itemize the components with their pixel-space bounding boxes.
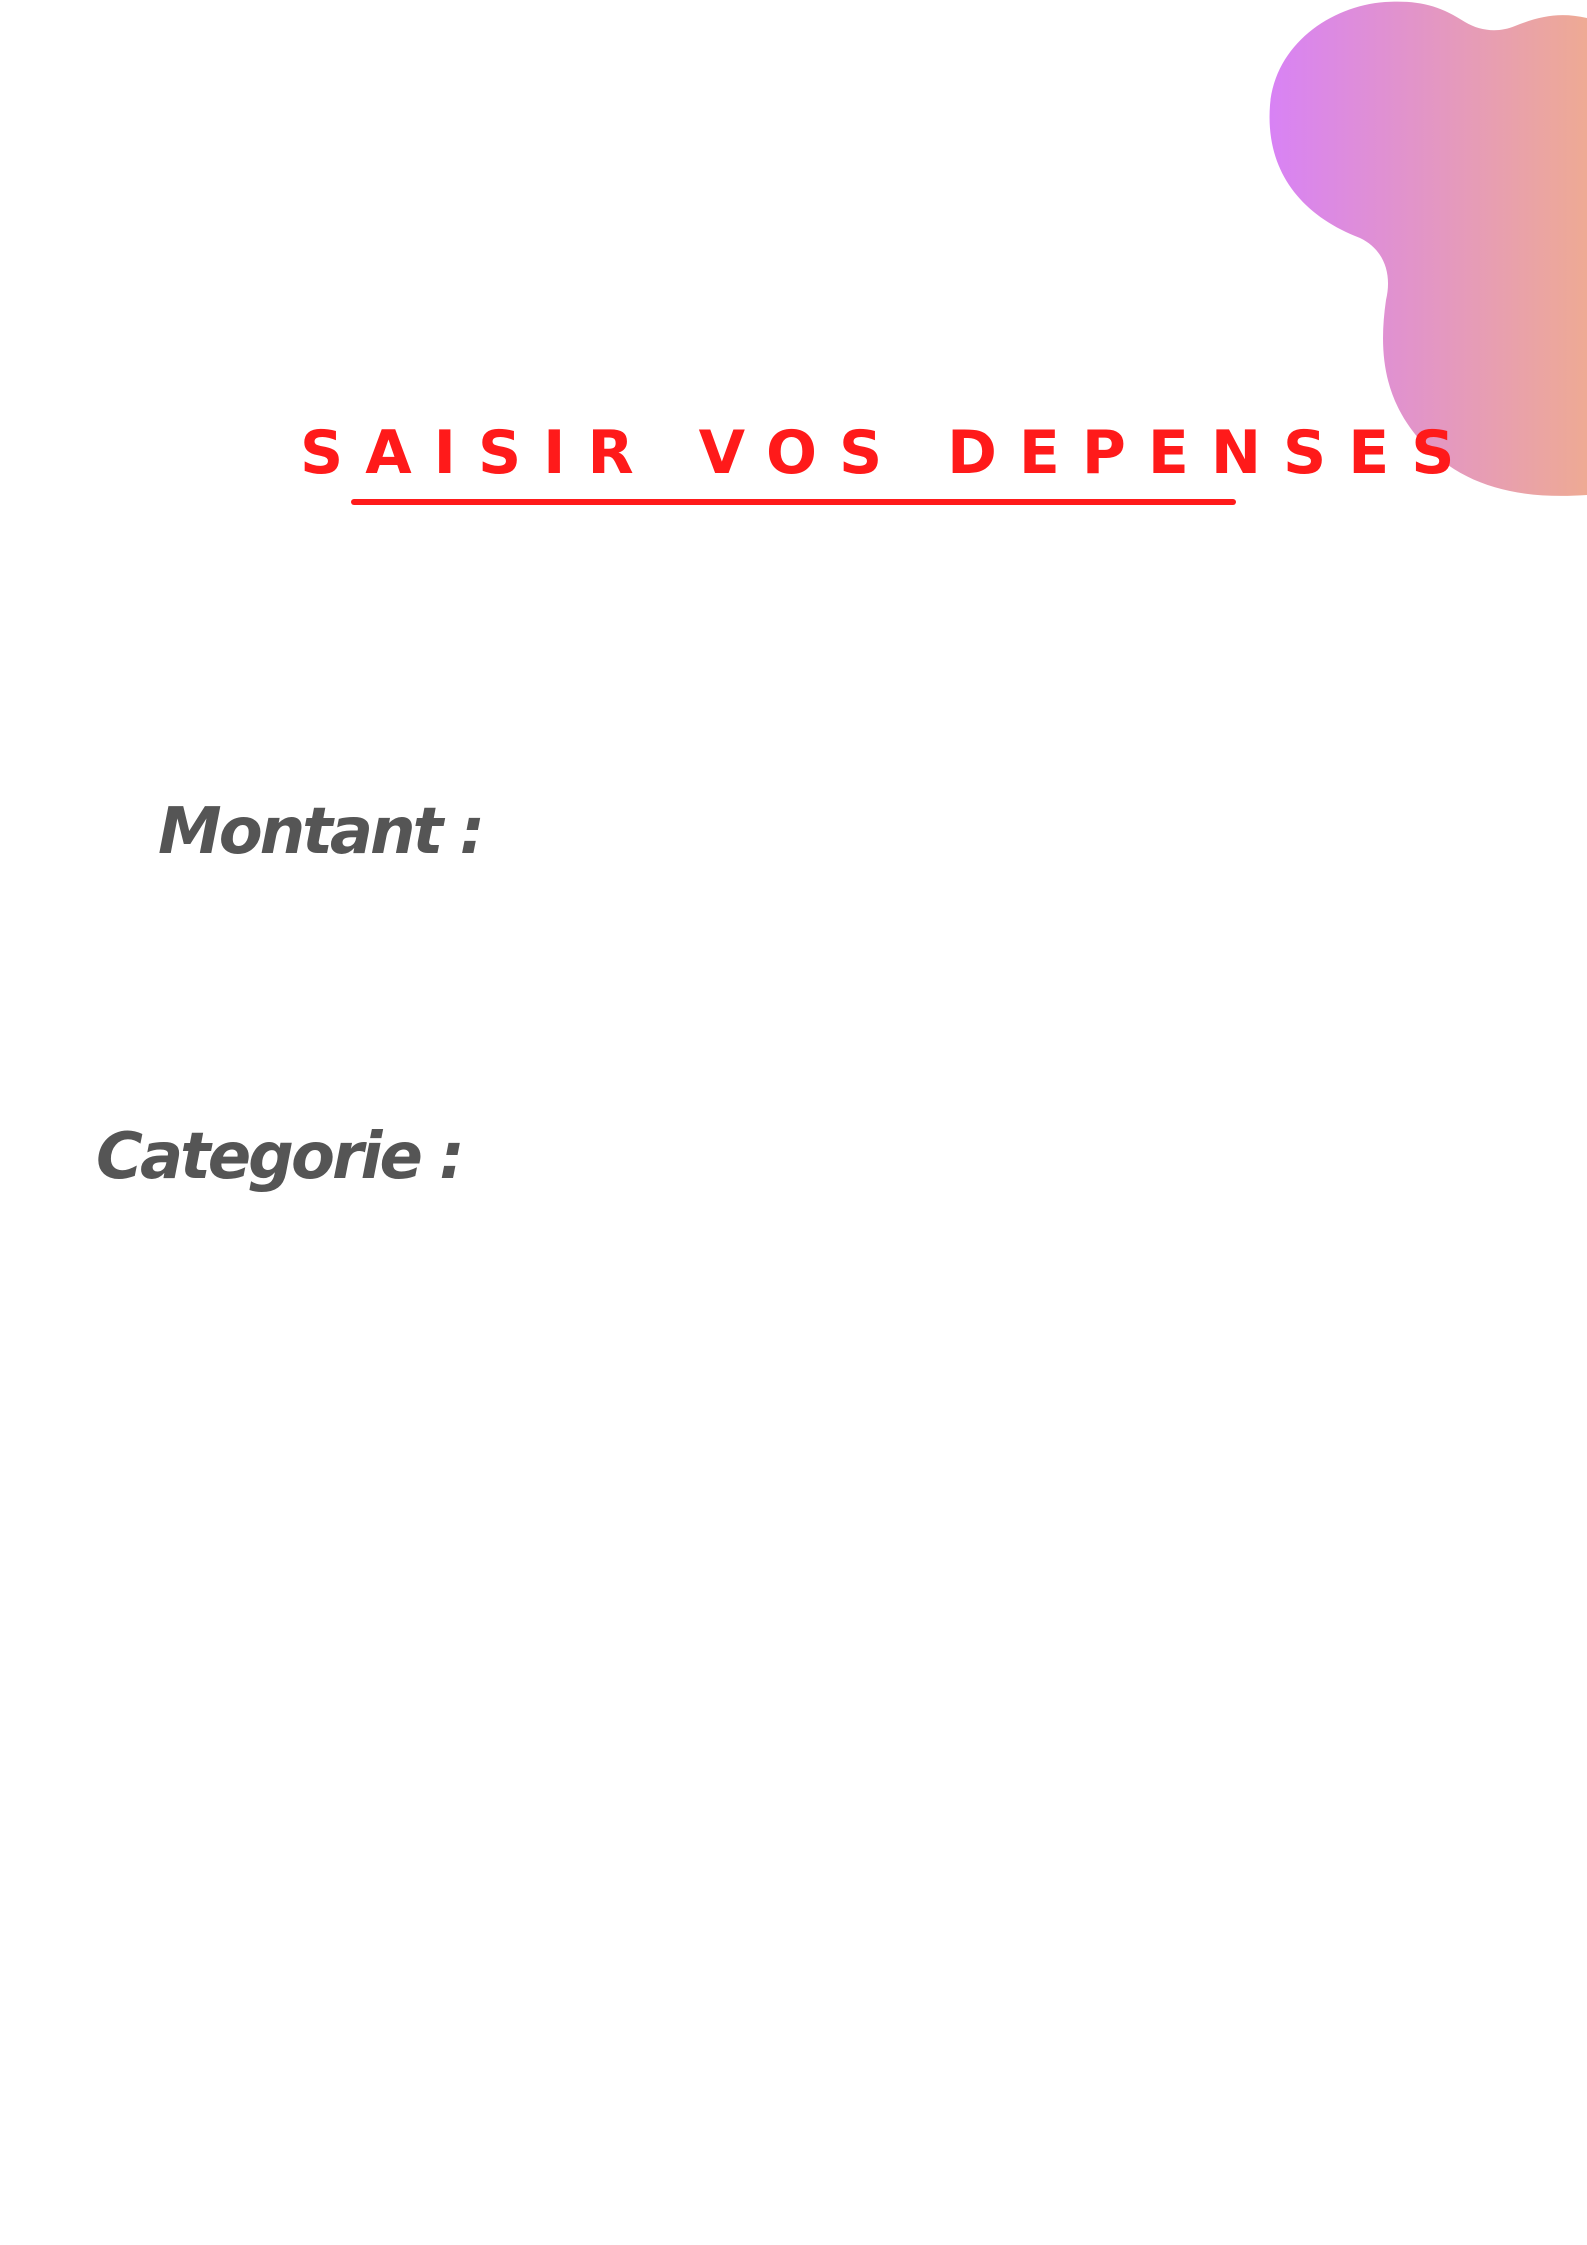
title-underline [351, 499, 1236, 505]
categorie-label: Categorie : [96, 1120, 465, 1194]
page-title: SAISIR VOS DEPENSES [300, 418, 1477, 488]
montant-label: Montant : [158, 795, 485, 869]
